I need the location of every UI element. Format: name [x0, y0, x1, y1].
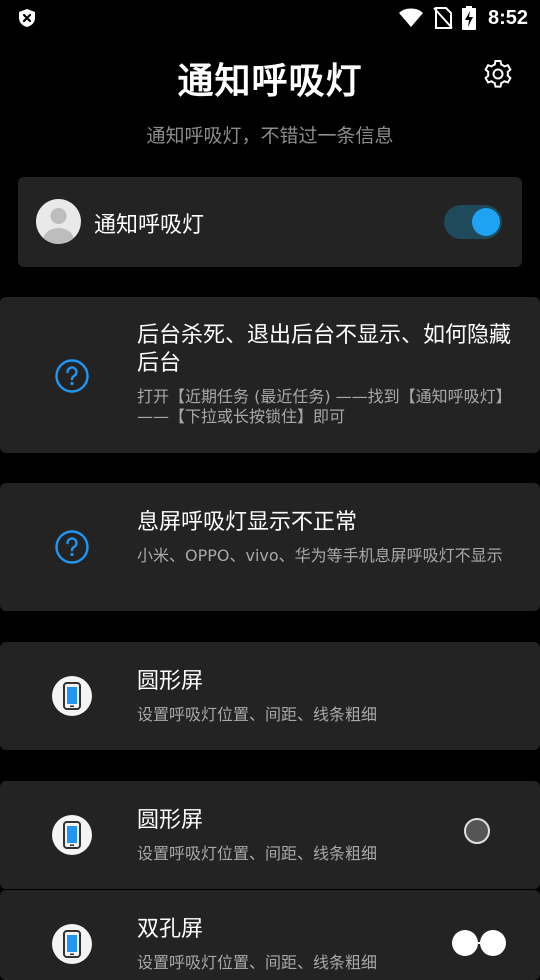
- shield-x-icon: [19, 9, 35, 27]
- card-description: 小米、OPPO、vivo、华为等手机息屏呼吸灯不显示: [137, 546, 503, 565]
- status-icons: 8:52: [398, 6, 528, 30]
- no-sim-icon: [433, 7, 453, 29]
- card-description: 设置呼吸灯位置、间距、线条粗细: [137, 844, 378, 863]
- card-description: 打开【近期任务 (最近任务) ——找到【通知呼吸灯】——【下拉或长按锁住】即可: [137, 387, 512, 426]
- phone-icon: [52, 676, 92, 716]
- single-hole-indicator: [464, 818, 490, 844]
- phone-icon-wrap: [52, 676, 92, 716]
- wifi-icon: [398, 8, 423, 27]
- avatar: [36, 199, 81, 244]
- phone-icon-wrap: [52, 815, 92, 855]
- master-toggle-card[interactable]: 通知呼吸灯: [18, 177, 522, 267]
- help-circle-icon: [55, 530, 89, 564]
- card-title: 圆形屏: [137, 808, 204, 833]
- card-description: 设置呼吸灯位置、间距、线条粗细: [137, 705, 378, 724]
- status-bar: 8:52: [0, 0, 540, 36]
- screen-type-card-dual-hole[interactable]: 双孔屏 设置呼吸灯位置、间距、线条粗细: [0, 890, 540, 980]
- help-card-background[interactable]: 后台杀死、退出后台不显示、如何隐藏后台 打开【近期任务 (最近任务) ——找到【…: [0, 297, 540, 453]
- phone-icon: [52, 924, 92, 964]
- gear-icon: [484, 60, 512, 88]
- screen-type-card-single-hole[interactable]: 圆形屏 设置呼吸灯位置、间距、线条粗细: [0, 781, 540, 889]
- page-title: 通知呼吸灯: [177, 61, 363, 102]
- card-title: 息屏呼吸灯显示不正常: [137, 510, 358, 535]
- screen-type-card-round[interactable]: 圆形屏 设置呼吸灯位置、间距、线条粗细: [0, 642, 540, 750]
- help-icon-wrap: [52, 356, 92, 396]
- card-title: 圆形屏: [137, 669, 204, 694]
- battery-charging-icon: [461, 6, 476, 30]
- master-toggle-switch[interactable]: [444, 205, 504, 239]
- help-card-screen-off[interactable]: 息屏呼吸灯显示不正常 小米、OPPO、vivo、华为等手机息屏呼吸灯不显示: [0, 483, 540, 611]
- master-toggle-label: 通知呼吸灯: [94, 213, 205, 238]
- toggle-thumb: [472, 208, 500, 236]
- phone-icon-wrap: [52, 924, 92, 964]
- avatar-icon: [43, 208, 74, 244]
- page-subtitle: 通知呼吸灯，不错过一条信息: [146, 125, 394, 147]
- help-icon-wrap: [52, 527, 92, 567]
- settings-button[interactable]: [480, 56, 516, 92]
- phone-icon: [52, 815, 92, 855]
- status-time: 8:52: [487, 6, 528, 29]
- card-title: 后台杀死、退出后台不显示、如何隐藏后台: [137, 323, 512, 376]
- dual-hole-indicator: [450, 928, 510, 958]
- help-circle-icon: [55, 359, 89, 393]
